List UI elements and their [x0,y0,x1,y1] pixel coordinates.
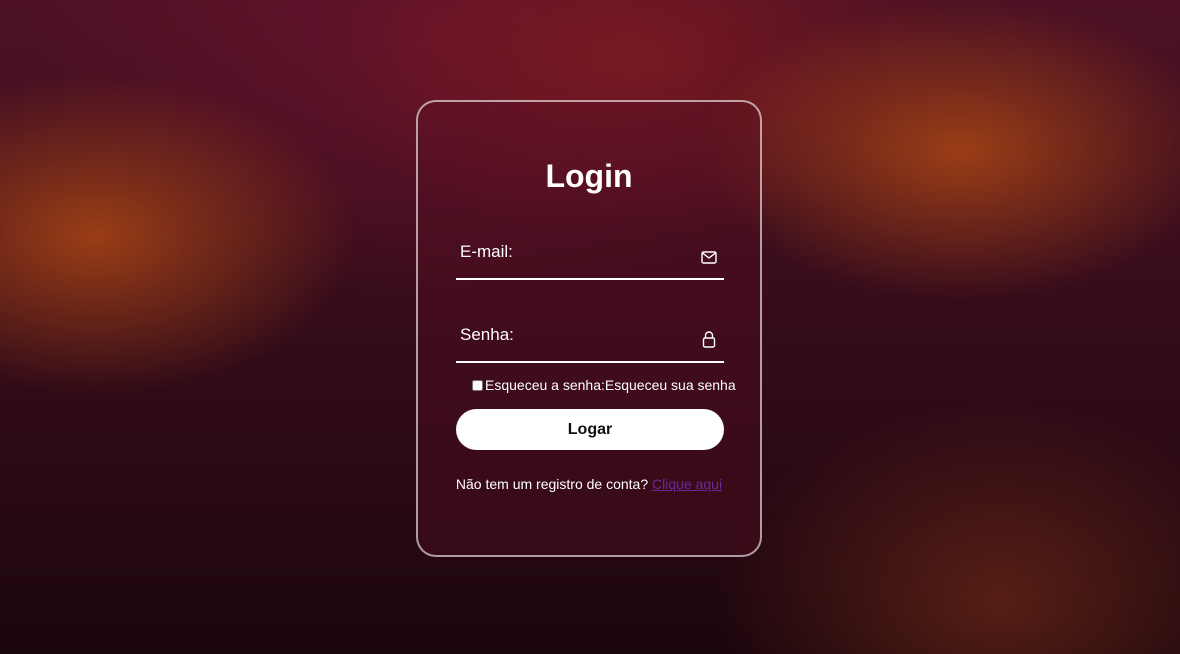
forgot-password-row: Esqueceu a senha:Esqueceu sua senha [472,377,736,393]
page-title: Login [545,158,633,194]
login-card: Login E-mail: Senha: Esqueceu a senha:Es… [416,100,762,557]
login-button[interactable]: Logar [456,409,724,450]
register-prompt: Não tem um registro de conta? Clique aqu… [418,476,760,492]
register-link[interactable]: Clique aqui [652,476,722,492]
password-input[interactable] [456,321,690,359]
forgot-password-checkbox[interactable] [472,379,483,391]
email-field-wrapper: E-mail: [456,238,724,280]
register-text: Não tem um registro de conta? [455,476,649,492]
password-field-wrapper: Senha: [456,321,724,363]
lock-icon [702,331,716,348]
forgot-password-label: Esqueceu a senha:Esqueceu sua senha [485,377,736,393]
envelope-icon [701,251,717,264]
email-input[interactable] [456,238,690,276]
